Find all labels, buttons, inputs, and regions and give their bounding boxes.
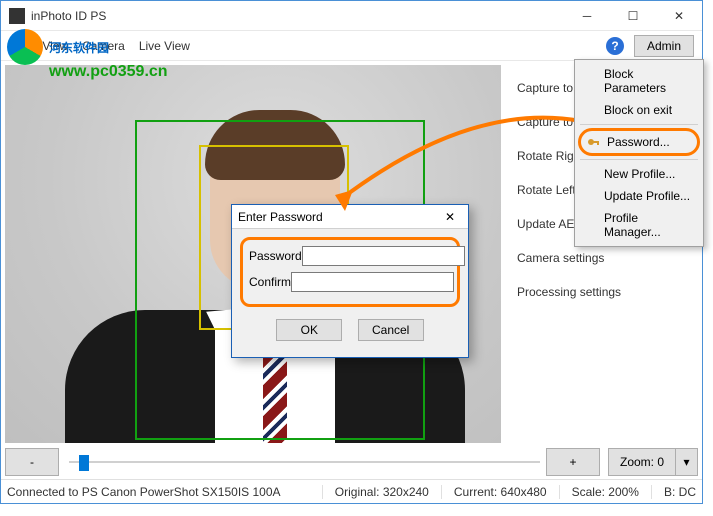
password-input[interactable] [302,246,465,266]
status-current: Current: 640x480 [441,485,547,499]
menu-file[interactable]: File [9,39,28,53]
menu-block-on-exit[interactable]: Block on exit [578,99,700,121]
zoom-dropdown[interactable]: ▾ [676,448,698,476]
status-bar: Connected to PS Canon PowerShot SX150IS … [1,479,702,503]
minimize-button[interactable]: ─ [564,1,610,31]
confirm-input[interactable] [291,272,454,292]
close-button[interactable]: ✕ [656,1,702,31]
maximize-button[interactable]: ☐ [610,1,656,31]
window-title: inPhoto ID PS [31,9,564,23]
status-connection: Connected to PS Canon PowerShot SX150IS … [7,485,310,499]
zoom-controls: - + Zoom: 0 ▾ [5,445,698,479]
menu-block-parameters[interactable]: Block Parameters [578,63,700,99]
zoom-slider-thumb[interactable] [79,455,89,471]
dialog-close-button[interactable]: ✕ [438,210,462,224]
menu-password[interactable]: Password... [578,128,700,156]
camera-settings[interactable]: Camera settings [517,251,702,265]
zoom-value: Zoom: 0 [608,448,676,476]
menu-profile-manager[interactable]: Profile Manager... [578,207,700,243]
admin-dropdown: Block Parameters Block on exit Password.… [574,59,704,247]
menu-view[interactable]: View [42,39,68,53]
zoom-in-button[interactable]: + [546,448,600,476]
menu-password-label: Password... [607,135,670,149]
confirm-label: Confirm [249,275,291,289]
menu-update-profile[interactable]: Update Profile... [578,185,700,207]
status-original: Original: 320x240 [322,485,429,499]
password-label: Password [249,249,302,263]
zoom-slider[interactable] [69,448,540,476]
app-icon [9,8,25,24]
dialog-title: Enter Password [238,210,438,224]
processing-settings[interactable]: Processing settings [517,285,702,299]
status-scale: Scale: 200% [559,485,639,499]
menu-camera[interactable]: Camera [82,39,125,53]
titlebar: inPhoto ID PS ─ ☐ ✕ [1,1,702,31]
menubar: File View Camera Live View ? Admin [1,31,702,61]
enter-password-dialog: Enter Password ✕ Password Confirm OK Can… [231,204,469,358]
help-icon[interactable]: ? [606,37,624,55]
key-icon [585,134,601,150]
menu-liveview[interactable]: Live View [139,39,190,53]
zoom-out-button[interactable]: - [5,448,59,476]
status-mode: B: DC [651,485,696,499]
admin-button[interactable]: Admin [634,35,694,57]
cancel-button[interactable]: Cancel [358,319,424,341]
menu-new-profile[interactable]: New Profile... [578,163,700,185]
ok-button[interactable]: OK [276,319,342,341]
